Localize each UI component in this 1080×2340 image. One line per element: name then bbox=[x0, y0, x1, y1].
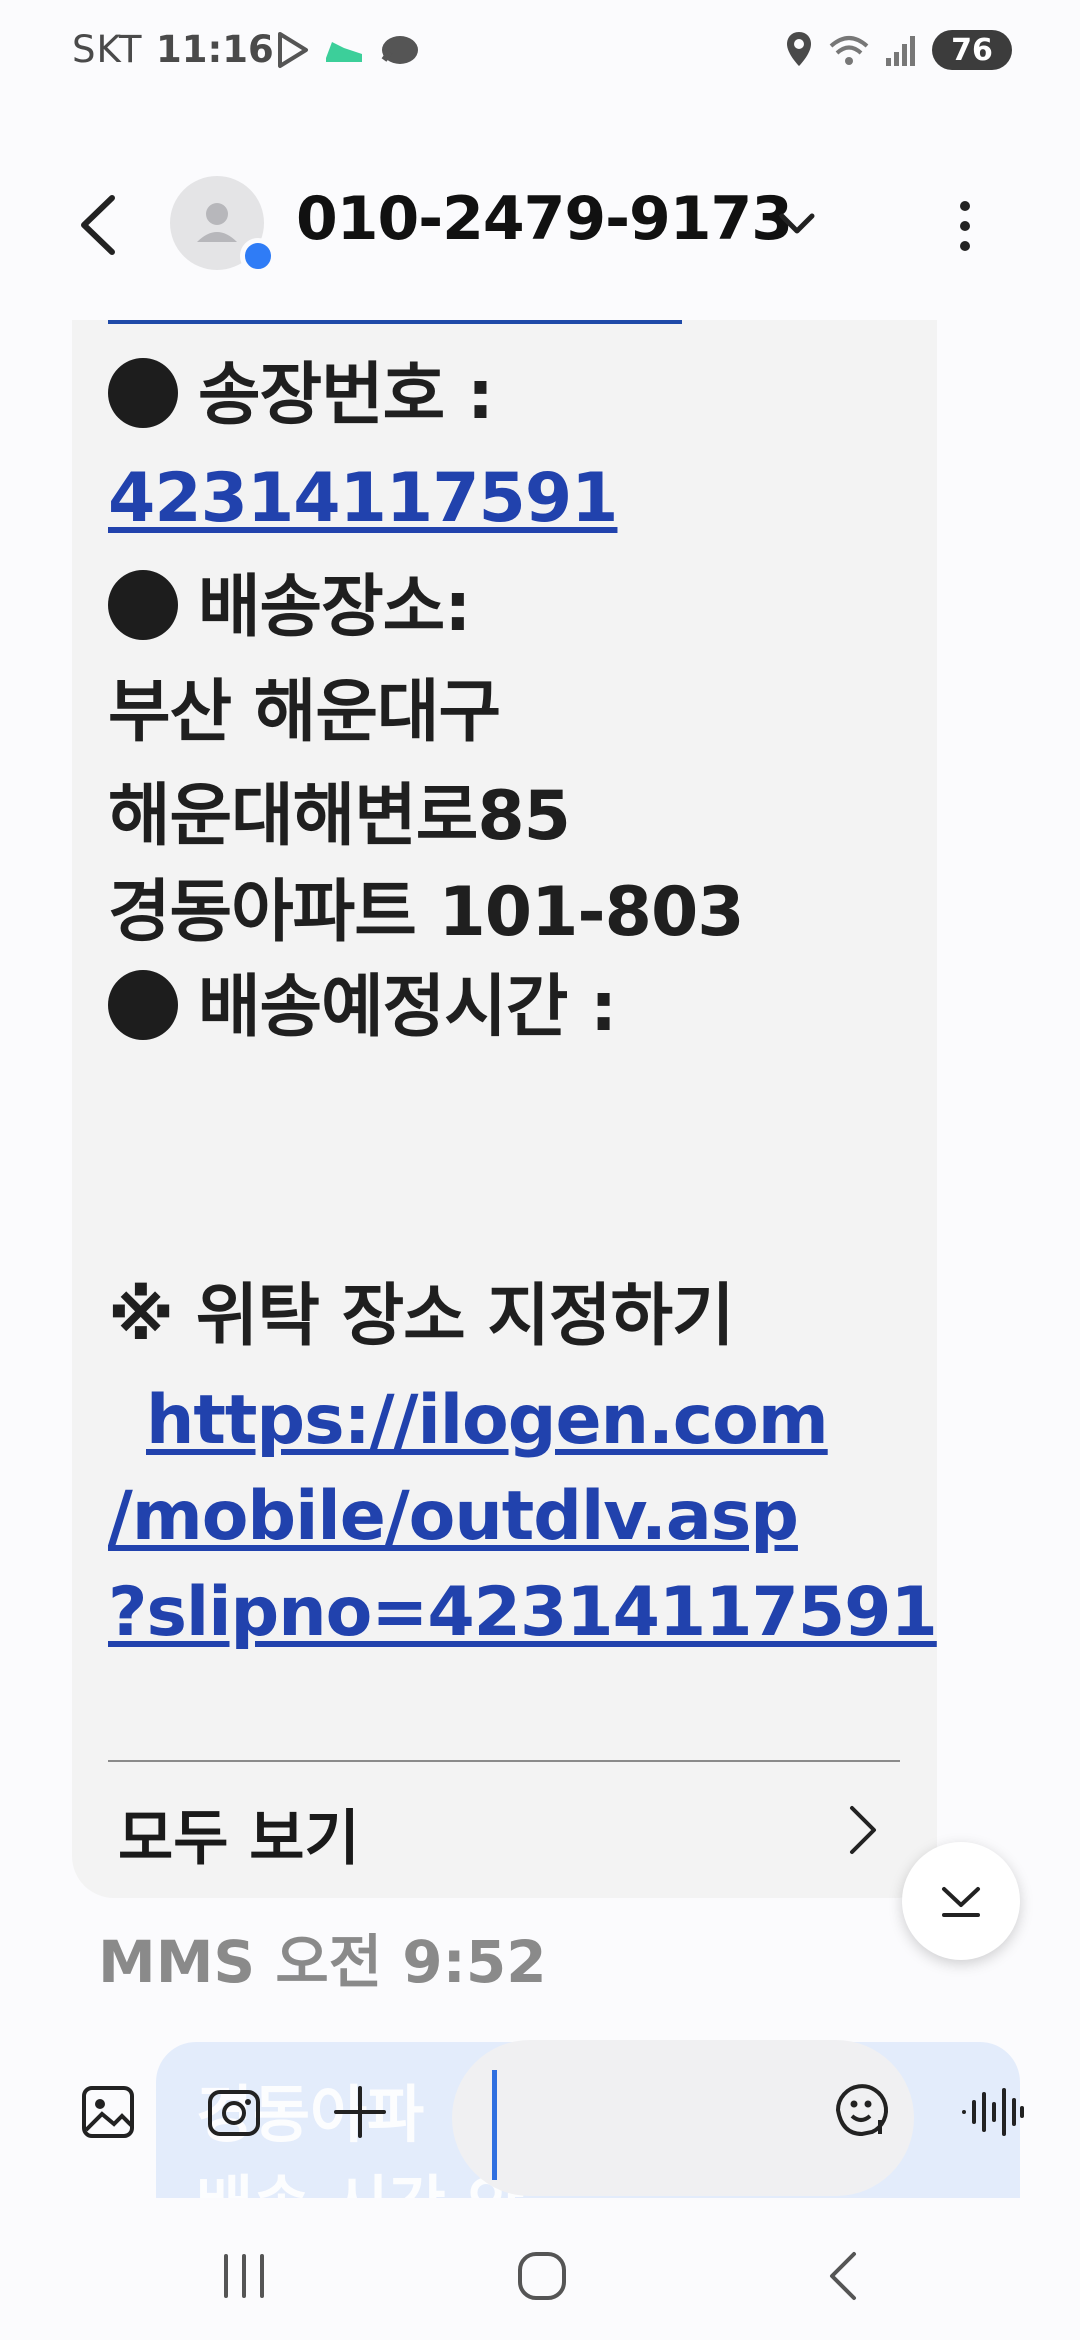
navigation-bar bbox=[0, 2220, 1080, 2340]
divider bbox=[108, 1760, 900, 1762]
recents-icon[interactable] bbox=[216, 2248, 272, 2304]
line-text: 배송장소: bbox=[198, 568, 471, 647]
rcs-badge bbox=[240, 238, 276, 274]
tracking-number-link[interactable]: 42314117591 bbox=[108, 462, 618, 536]
signal-icon bbox=[886, 36, 915, 66]
bullet-icon bbox=[108, 358, 178, 428]
location-icon bbox=[787, 32, 811, 66]
battery-level: 76 bbox=[951, 32, 993, 68]
notification-icons bbox=[272, 30, 420, 70]
link-underline-fragment bbox=[108, 320, 682, 324]
contact-title[interactable]: 010-2479-9173 bbox=[296, 184, 793, 254]
view-all-button[interactable]: 모두 보기 bbox=[118, 1790, 360, 1877]
back-icon[interactable] bbox=[818, 2248, 874, 2304]
message-line: 송장번호 : bbox=[108, 356, 494, 435]
url-link-part2[interactable]: /mobile/outdlv.asp bbox=[108, 1480, 799, 1554]
text-caret bbox=[492, 2070, 497, 2180]
system-icons: 76 bbox=[784, 30, 1012, 70]
bullet-icon bbox=[108, 570, 178, 640]
battery-icon: 76 bbox=[932, 30, 1012, 70]
sneaker-icon bbox=[326, 42, 362, 62]
sticker-icon[interactable] bbox=[832, 2080, 892, 2140]
line-text: 배송예정시간 : bbox=[198, 968, 617, 1047]
back-arrow-icon[interactable] bbox=[72, 192, 122, 258]
voice-icon[interactable] bbox=[960, 2086, 1026, 2138]
chevron-right-icon[interactable] bbox=[842, 1800, 882, 1860]
message-bubble[interactable]: 송장번호 : 42314117591 배송장소: 부산 해운대구 해운대해변로8… bbox=[72, 320, 938, 1898]
home-icon[interactable] bbox=[514, 2248, 570, 2304]
clock: 11:16 bbox=[156, 28, 274, 71]
url-link-part3[interactable]: ?slipno=42314117591 bbox=[108, 1576, 938, 1650]
bullet-icon bbox=[108, 970, 178, 1040]
message-line: 해운대해변로85 bbox=[108, 777, 571, 856]
line-text: 송장번호 : bbox=[198, 356, 494, 435]
camera-icon[interactable] bbox=[204, 2082, 264, 2142]
wifi-icon bbox=[829, 36, 869, 65]
conversation-header: 010-2479-9173 bbox=[0, 170, 1080, 280]
play-store-icon bbox=[278, 32, 308, 68]
scroll-to-bottom-button[interactable] bbox=[902, 1842, 1020, 1960]
message-line: 경동아파트 101-803 bbox=[108, 873, 745, 952]
gallery-icon[interactable] bbox=[78, 2082, 138, 2142]
url-link-part1[interactable]: https://ilogen.com bbox=[146, 1384, 829, 1458]
message-timestamp: MMS 오전 9:52 bbox=[98, 1928, 547, 1996]
message-line: ※ 위탁 장소 지정하기 bbox=[108, 1277, 735, 1356]
status-bar: SKT 11:16 76 bbox=[0, 0, 1080, 105]
more-vertical-icon[interactable] bbox=[944, 196, 986, 256]
compose-bar bbox=[0, 2040, 1080, 2220]
message-line: 부산 해운대구 bbox=[108, 673, 501, 752]
cloud-icon bbox=[381, 36, 418, 64]
message-line: 배송장소: bbox=[108, 568, 471, 647]
chevron-down-icon[interactable] bbox=[774, 204, 820, 244]
message-line: 배송예정시간 : bbox=[108, 968, 617, 1047]
plus-icon[interactable] bbox=[330, 2082, 390, 2142]
carrier-label: SKT bbox=[72, 28, 143, 71]
scroll-down-icon bbox=[942, 1887, 980, 1917]
